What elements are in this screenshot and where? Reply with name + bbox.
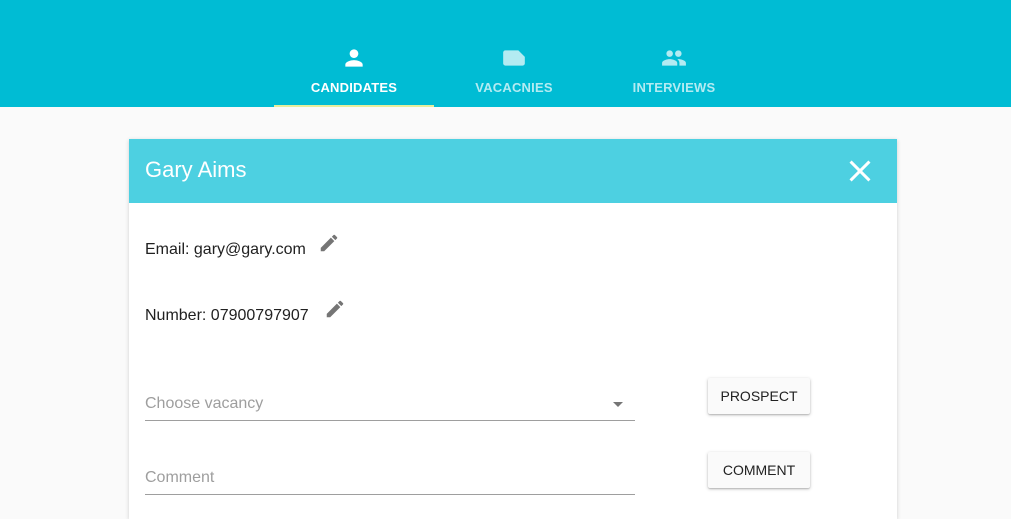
- tab-label: INTERVIEWS: [632, 80, 716, 95]
- app-bar: CANDIDATES VACACNIES INTERVIEWS: [0, 0, 1011, 107]
- tab-vacancies[interactable]: VACACNIES: [434, 0, 594, 107]
- active-tab-indicator: [274, 105, 434, 107]
- candidate-name: Gary Aims: [145, 157, 247, 182]
- email-text: Email: gary@gary.com: [145, 241, 306, 258]
- edit-number-icon[interactable]: [324, 298, 346, 320]
- comment-input[interactable]: Comment: [145, 460, 635, 495]
- vacancy-select[interactable]: Choose vacancy: [145, 386, 635, 421]
- number-text: Number: 07900797907: [145, 307, 309, 324]
- people-icon: [662, 50, 686, 66]
- chevron-down-icon: [613, 402, 623, 407]
- candidate-card: Gary Aims Email: gary@gary.com Number: 0…: [129, 139, 897, 519]
- close-icon[interactable]: [842, 153, 878, 189]
- tab-candidates[interactable]: CANDIDATES: [274, 0, 434, 107]
- vacancy-placeholder: Choose vacancy: [145, 395, 264, 412]
- label-icon: [503, 50, 525, 66]
- tab-label: CANDIDATES: [310, 80, 398, 95]
- comment-placeholder: Comment: [145, 469, 215, 486]
- prospect-button[interactable]: PROSPECT: [708, 378, 810, 414]
- tab-label: VACACNIES: [475, 80, 553, 95]
- person-icon: [345, 49, 363, 67]
- comment-button[interactable]: COMMENT: [708, 452, 810, 488]
- tab-interviews[interactable]: INTERVIEWS: [594, 0, 754, 107]
- edit-email-icon[interactable]: [318, 232, 340, 254]
- card-header: Gary Aims: [129, 139, 897, 203]
